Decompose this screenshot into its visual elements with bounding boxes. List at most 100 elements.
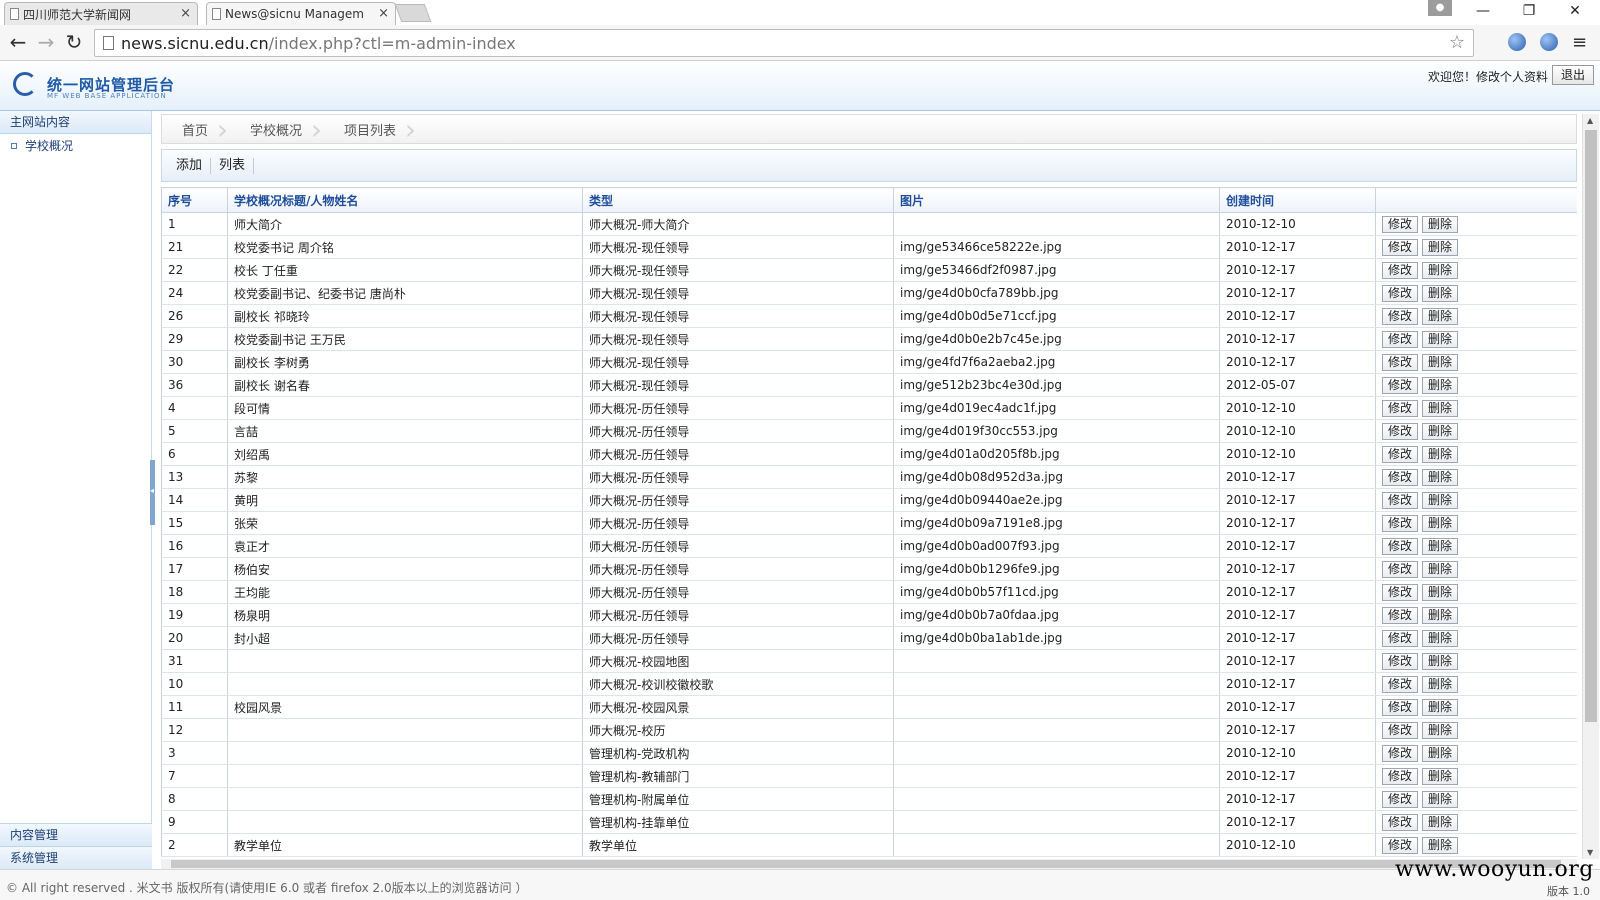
column-header-image[interactable]: 图片 — [893, 187, 1220, 213]
cell-type: 师大概况-历任领导 — [582, 465, 894, 489]
delete-button[interactable]: 删除 — [1422, 284, 1458, 302]
breadcrumb-school-overview[interactable]: 学校概况 — [230, 114, 324, 146]
delete-button[interactable]: 删除 — [1422, 376, 1458, 394]
edit-button[interactable]: 修改 — [1382, 307, 1418, 325]
delete-button[interactable]: 删除 — [1422, 514, 1458, 532]
delete-button[interactable]: 删除 — [1422, 422, 1458, 440]
back-arrow-icon[interactable]: ← — [6, 30, 30, 54]
tab-close-icon[interactable]: × — [378, 6, 389, 21]
edit-button[interactable]: 修改 — [1382, 491, 1418, 509]
delete-button[interactable]: 删除 — [1422, 606, 1458, 624]
minimize-button[interactable]: — — [1462, 0, 1504, 22]
delete-button[interactable]: 删除 — [1422, 307, 1458, 325]
delete-button[interactable]: 删除 — [1422, 790, 1458, 808]
edit-button[interactable]: 修改 — [1382, 445, 1418, 463]
edit-button[interactable]: 修改 — [1382, 399, 1418, 417]
delete-button[interactable]: 删除 — [1422, 238, 1458, 256]
bookmark-star-icon[interactable]: ☆ — [1449, 32, 1465, 53]
cell-id: 20 — [161, 626, 228, 650]
column-header-id[interactable]: 序号 — [161, 187, 228, 213]
edit-button[interactable]: 修改 — [1382, 813, 1418, 831]
menu-icon[interactable]: ≡ — [1572, 32, 1587, 53]
delete-button[interactable]: 删除 — [1422, 629, 1458, 647]
column-header-type[interactable]: 类型 — [582, 187, 894, 213]
edit-button[interactable]: 修改 — [1382, 790, 1418, 808]
globe-extension-icon[interactable] — [1508, 33, 1526, 51]
delete-button[interactable]: 删除 — [1422, 445, 1458, 463]
reload-icon[interactable]: ↻ — [62, 30, 86, 54]
close-window-button[interactable]: ✕ — [1554, 0, 1596, 22]
sidebar-content-management[interactable]: 内容管理 — [0, 823, 152, 846]
edit-button[interactable]: 修改 — [1382, 675, 1418, 693]
scroll-down-icon[interactable]: ▼ — [1587, 848, 1593, 857]
edit-button[interactable]: 修改 — [1382, 537, 1418, 555]
edit-button[interactable]: 修改 — [1382, 721, 1418, 739]
column-header-created[interactable]: 创建时间 — [1219, 187, 1376, 213]
scroll-up-icon[interactable]: ▲ — [1587, 116, 1593, 125]
delete-button[interactable]: 删除 — [1422, 537, 1458, 555]
breadcrumb-item-list[interactable]: 项目列表 — [324, 114, 418, 146]
edit-button[interactable]: 修改 — [1382, 238, 1418, 256]
user-profile-icon[interactable]: ● — [1428, 0, 1452, 16]
edit-button[interactable]: 修改 — [1382, 583, 1418, 601]
list-button[interactable]: 列表 — [211, 157, 255, 174]
breadcrumb-home[interactable]: 首页 — [162, 114, 230, 146]
edit-button[interactable]: 修改 — [1382, 330, 1418, 348]
vertical-scrollbar[interactable]: ▲ ▼ — [1582, 114, 1599, 859]
edit-button[interactable]: 修改 — [1382, 606, 1418, 624]
delete-button[interactable]: 删除 — [1422, 330, 1458, 348]
restore-button[interactable]: ❐ — [1508, 0, 1550, 22]
scrollbar-thumb[interactable] — [171, 860, 1561, 868]
sidebar-collapse-handle[interactable]: ◂ — [150, 460, 155, 525]
delete-button[interactable]: 删除 — [1422, 560, 1458, 578]
new-tab-button[interactable] — [394, 4, 432, 22]
delete-button[interactable]: 删除 — [1422, 468, 1458, 486]
edit-button[interactable]: 修改 — [1382, 698, 1418, 716]
sidebar-section-header[interactable]: 主网站内容 — [0, 111, 151, 134]
edit-button[interactable]: 修改 — [1382, 744, 1418, 762]
scrollbar-thumb[interactable] — [1585, 130, 1597, 722]
delete-button[interactable]: 删除 — [1422, 744, 1458, 762]
horizontal-scrollbar[interactable] — [161, 859, 1577, 869]
sidebar-item-school-overview[interactable]: 学校概况 — [0, 134, 151, 158]
edit-button[interactable]: 修改 — [1382, 376, 1418, 394]
edit-button[interactable]: 修改 — [1382, 629, 1418, 647]
world-extension-icon[interactable] — [1540, 33, 1558, 51]
delete-button[interactable]: 删除 — [1422, 675, 1458, 693]
add-button[interactable]: 添加 — [168, 157, 212, 174]
browser-tab-2[interactable]: News@sicnu Managem × — [206, 2, 396, 25]
edit-button[interactable]: 修改 — [1382, 652, 1418, 670]
delete-button[interactable]: 删除 — [1422, 698, 1458, 716]
delete-button[interactable]: 删除 — [1422, 836, 1458, 854]
edit-button[interactable]: 修改 — [1382, 767, 1418, 785]
edit-button[interactable]: 修改 — [1382, 836, 1418, 854]
delete-button[interactable]: 删除 — [1422, 491, 1458, 509]
edit-button[interactable]: 修改 — [1382, 261, 1418, 279]
delete-button[interactable]: 删除 — [1422, 813, 1458, 831]
delete-button[interactable]: 删除 — [1422, 583, 1458, 601]
table-row: 8 管理机构-附属单位 2010-12-17 修改 删除 — [161, 787, 1577, 811]
sidebar-system-management[interactable]: 系统管理 — [0, 846, 152, 869]
edit-button[interactable]: 修改 — [1382, 560, 1418, 578]
address-bar[interactable]: news.sicnu.edu.cn/index.php?ctl=m-admin-… — [94, 29, 1474, 57]
forward-arrow-icon[interactable]: → — [34, 30, 58, 54]
browser-tab-1[interactable]: 四川师范大学新闻网 × — [4, 2, 198, 25]
delete-button[interactable]: 删除 — [1422, 215, 1458, 233]
delete-button[interactable]: 删除 — [1422, 767, 1458, 785]
edit-button[interactable]: 修改 — [1382, 468, 1418, 486]
edit-button[interactable]: 修改 — [1382, 514, 1418, 532]
delete-button[interactable]: 删除 — [1422, 353, 1458, 371]
logout-button[interactable]: 退出 — [1552, 65, 1594, 85]
column-header-title[interactable]: 学校概况标题/人物姓名 — [227, 187, 583, 213]
delete-button[interactable]: 删除 — [1422, 721, 1458, 739]
tab-close-icon[interactable]: × — [180, 6, 191, 21]
edit-button[interactable]: 修改 — [1382, 422, 1418, 440]
delete-button[interactable]: 删除 — [1422, 652, 1458, 670]
delete-button[interactable]: 删除 — [1422, 261, 1458, 279]
edit-button[interactable]: 修改 — [1382, 215, 1418, 233]
edit-button[interactable]: 修改 — [1382, 284, 1418, 302]
edit-button[interactable]: 修改 — [1382, 353, 1418, 371]
delete-button[interactable]: 删除 — [1422, 399, 1458, 417]
welcome-link[interactable]: 欢迎您！修改个人资料 — [1428, 68, 1548, 85]
version-text: 版本 1.0 — [1547, 885, 1590, 898]
